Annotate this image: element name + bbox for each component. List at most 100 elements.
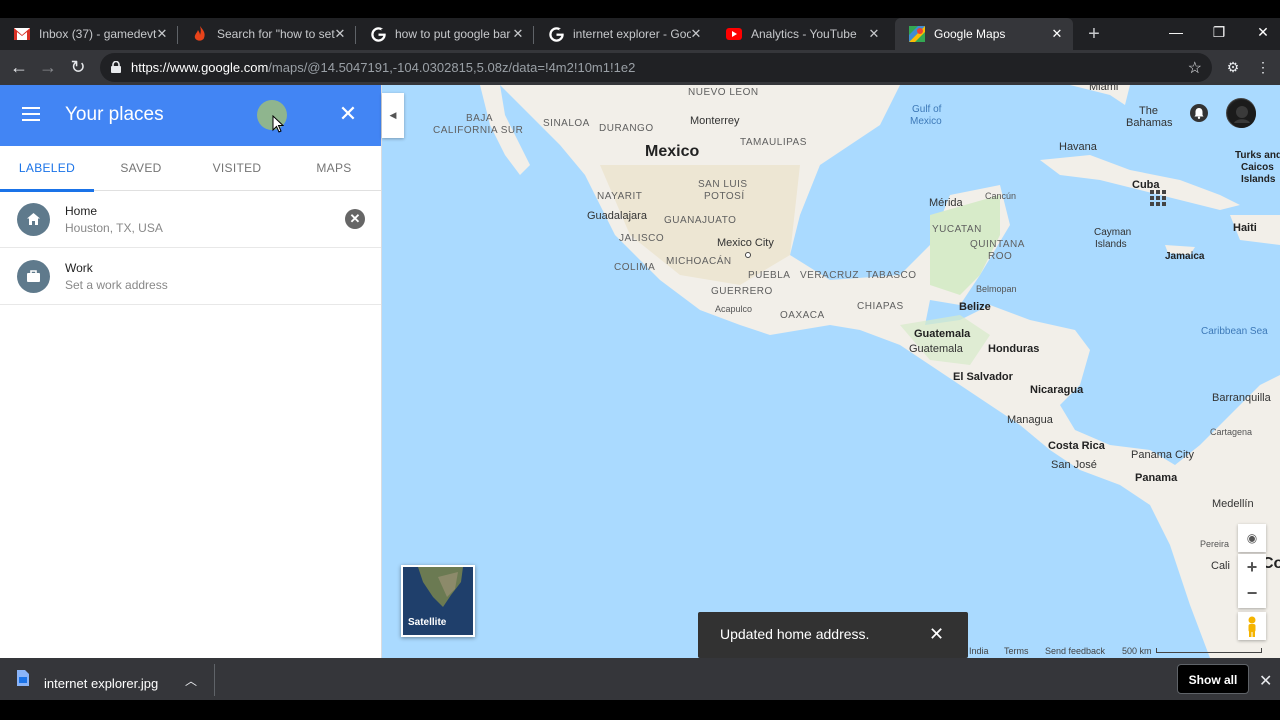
bookmark-star-icon[interactable]: ☆ xyxy=(1188,58,1202,78)
map-label: Cancún xyxy=(985,191,1017,201)
map-data-attribution: India xyxy=(969,646,989,656)
tab-title: internet explorer - Goog xyxy=(573,27,691,41)
map-label-water: Mexico xyxy=(910,116,942,127)
map-label: San José xyxy=(1051,459,1097,471)
panel-title: Your places xyxy=(65,104,164,125)
tab-visited[interactable]: VISITED xyxy=(190,146,284,191)
tab-title: Analytics - YouTube xyxy=(751,27,857,41)
map-label-country: Guatemala xyxy=(914,328,971,340)
show-all-downloads-button[interactable]: Show all xyxy=(1177,664,1249,694)
place-item-work[interactable]: Work Set a work address xyxy=(0,248,381,305)
map-label: Bahamas xyxy=(1126,117,1173,129)
download-filename[interactable]: internet explorer.jpg xyxy=(44,676,158,691)
youtube-icon xyxy=(726,26,742,42)
url-text: https://www.google.com/maps/@14.5047191,… xyxy=(131,60,636,75)
map-label-country: Honduras xyxy=(988,343,1040,355)
place-item-home[interactable]: Home Houston, TX, USA ✕ xyxy=(0,191,381,248)
scale-label[interactable]: 500 km xyxy=(1122,646,1152,658)
browser-tab-search[interactable]: Search for "how to set d ✕ xyxy=(178,18,356,50)
map-label-country: Mexico xyxy=(645,143,700,160)
tab-close-icon[interactable]: ✕ xyxy=(689,27,703,41)
browser-tab-internet-explorer[interactable]: internet explorer - Goog ✕ xyxy=(534,18,712,50)
forward-button[interactable]: → xyxy=(37,56,59,78)
tab-title: how to put google bar xyxy=(395,27,511,41)
my-location-button[interactable]: ◉ xyxy=(1238,524,1266,552)
account-avatar[interactable] xyxy=(1226,98,1256,128)
close-panel-button[interactable]: ✕ xyxy=(338,103,358,125)
gmail-icon xyxy=(14,26,30,42)
close-download-bar-icon[interactable]: ✕ xyxy=(1259,671,1272,691)
google-apps-icon[interactable] xyxy=(1150,190,1166,206)
tab-title: Google Maps xyxy=(934,27,1006,41)
map-label: TAMAULIPAS xyxy=(740,137,807,148)
back-button[interactable]: ← xyxy=(8,56,30,78)
browser-tab-youtube-analytics[interactable]: Analytics - YouTube ✕ xyxy=(712,18,890,50)
tab-labeled[interactable]: LABELED xyxy=(0,146,94,192)
map-label-country: El Salvador xyxy=(953,371,1013,383)
extension-icon[interactable]: ⚙ xyxy=(1224,58,1242,76)
places-tabs: LABELED SAVED VISITED MAPS xyxy=(0,146,381,192)
place-address: Houston, TX, USA xyxy=(65,221,163,235)
map-label: Guadalajara xyxy=(587,210,647,222)
map-label: Pereira xyxy=(1200,539,1230,549)
terms-link[interactable]: Terms xyxy=(1004,646,1029,658)
lock-icon xyxy=(111,61,121,73)
map-label: Islands xyxy=(1095,239,1127,250)
tab-close-icon[interactable]: ✕ xyxy=(867,27,881,41)
map-label-water: Caribbean Sea xyxy=(1201,326,1268,337)
briefcase-icon xyxy=(17,260,50,293)
hamburger-menu-icon[interactable] xyxy=(22,107,40,121)
map-label: Acapulco xyxy=(715,304,753,314)
browser-tab-google-bar[interactable]: how to put google bar ✕ xyxy=(356,18,534,50)
send-feedback-link[interactable]: Send feedback xyxy=(1045,646,1105,658)
tab-close-icon[interactable]: ✕ xyxy=(155,27,169,41)
reload-button[interactable]: ↻ xyxy=(67,56,89,78)
map-label: Panama City xyxy=(1131,449,1194,461)
city-dot xyxy=(745,252,751,258)
notifications-bell-icon[interactable] xyxy=(1190,104,1208,122)
image-file-icon xyxy=(17,670,29,686)
map-label: NAYARIT xyxy=(597,191,643,202)
tab-title: Search for "how to set d xyxy=(217,27,335,41)
address-bar[interactable]: https://www.google.com/maps/@14.5047191,… xyxy=(100,53,1212,82)
tab-saved[interactable]: SAVED xyxy=(94,146,188,191)
download-options-chevron-icon[interactable]: ︿ xyxy=(185,672,197,689)
chrome-menu-icon[interactable]: ⋮ xyxy=(1254,58,1272,76)
map-label: SINALOA xyxy=(543,118,590,129)
remove-place-button[interactable]: ✕ xyxy=(345,209,365,229)
map-label: Cartagena xyxy=(1210,427,1253,437)
new-tab-button[interactable]: + xyxy=(1084,24,1104,44)
map-label: YUCATAN xyxy=(932,224,982,235)
browser-tab-inbox[interactable]: Inbox (37) - gamedevtu ✕ xyxy=(0,18,178,50)
tab-close-icon[interactable]: ✕ xyxy=(333,27,347,41)
collapse-panel-button[interactable]: ◀ xyxy=(382,93,404,138)
map-label: Mexico City xyxy=(717,237,774,249)
map-label: POTOSÍ xyxy=(704,191,745,202)
map-label-country: Belize xyxy=(959,301,991,313)
satellite-label: Satellite xyxy=(408,617,447,628)
map-label: Cali xyxy=(1211,560,1230,572)
map-label: DURANGO xyxy=(599,123,654,134)
map-label: GUERRERO xyxy=(711,286,773,297)
satellite-toggle[interactable]: Satellite xyxy=(401,565,475,637)
zoom-in-button[interactable]: + xyxy=(1238,554,1266,581)
dismiss-toast-button[interactable]: ✕ xyxy=(929,625,944,643)
tab-close-icon[interactable]: ✕ xyxy=(511,27,525,41)
map-label: QUINTANA xyxy=(970,239,1025,250)
tab-close-icon[interactable]: ✕ xyxy=(1050,27,1064,41)
map-label-water: Gulf of xyxy=(912,104,942,115)
map-label: Cayman xyxy=(1094,227,1132,238)
map-label: CALIFORNIA SUR xyxy=(433,125,524,136)
browser-tab-strip: Inbox (37) - gamedevtu ✕ Search for "how… xyxy=(0,0,1280,50)
restore-icon[interactable]: ❐ xyxy=(1207,22,1231,42)
tab-maps[interactable]: MAPS xyxy=(287,146,381,191)
pegman-icon[interactable] xyxy=(1238,612,1266,640)
google-icon xyxy=(548,26,564,42)
zoom-out-button[interactable]: − xyxy=(1238,581,1266,608)
window-close-icon[interactable]: ✕ xyxy=(1251,22,1275,42)
browser-tab-google-maps[interactable]: Google Maps ✕ xyxy=(895,18,1073,50)
google-maps-icon xyxy=(909,26,925,42)
minimize-icon[interactable]: — xyxy=(1164,22,1188,42)
scale-bar xyxy=(1156,648,1262,653)
map-label-country: Panama xyxy=(1135,472,1178,484)
